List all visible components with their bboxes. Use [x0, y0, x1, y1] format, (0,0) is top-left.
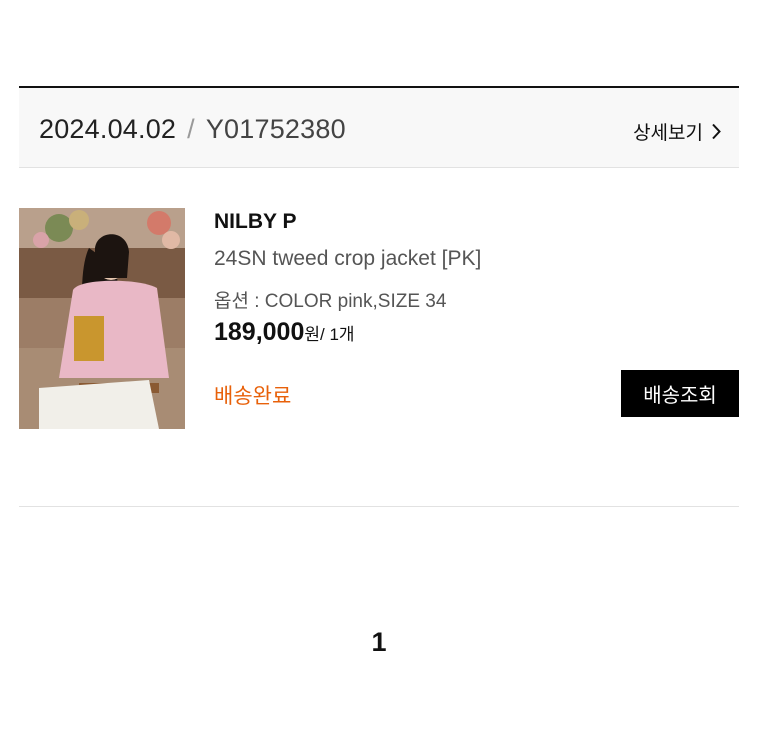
product-brand[interactable]: NILBY P [214, 210, 296, 234]
price-unit-quantity: 원/ 1개 [304, 325, 355, 344]
bottom-divider [19, 506, 739, 507]
track-delivery-button[interactable]: 배송조회 [621, 370, 739, 417]
pagination-current-page[interactable]: 1 [359, 627, 399, 658]
order-separator: / [187, 114, 195, 144]
order-date: 2024.04.02 [39, 114, 177, 144]
order-id: 2024.04.02 / Y01752380 [39, 114, 346, 145]
delivery-status: 배송완료 [214, 385, 292, 408]
order-header: 2024.04.02 / Y01752380 상세보기 [19, 88, 739, 168]
product-price: 189,000 [214, 318, 305, 346]
order-detail-link[interactable]: 상세보기 [633, 118, 721, 145]
product-name[interactable]: 24SN tweed crop jacket [PK] [214, 247, 481, 271]
product-photo [19, 208, 185, 429]
price-row: 189,000원/ 1개 [214, 318, 355, 347]
order-number: Y01752380 [205, 114, 346, 144]
chevron-right-icon [712, 123, 721, 140]
order-detail-label: 상세보기 [633, 123, 703, 144]
product-option: 옵션 : COLOR pink,SIZE 34 [214, 291, 447, 312]
product-image[interactable] [19, 208, 185, 429]
